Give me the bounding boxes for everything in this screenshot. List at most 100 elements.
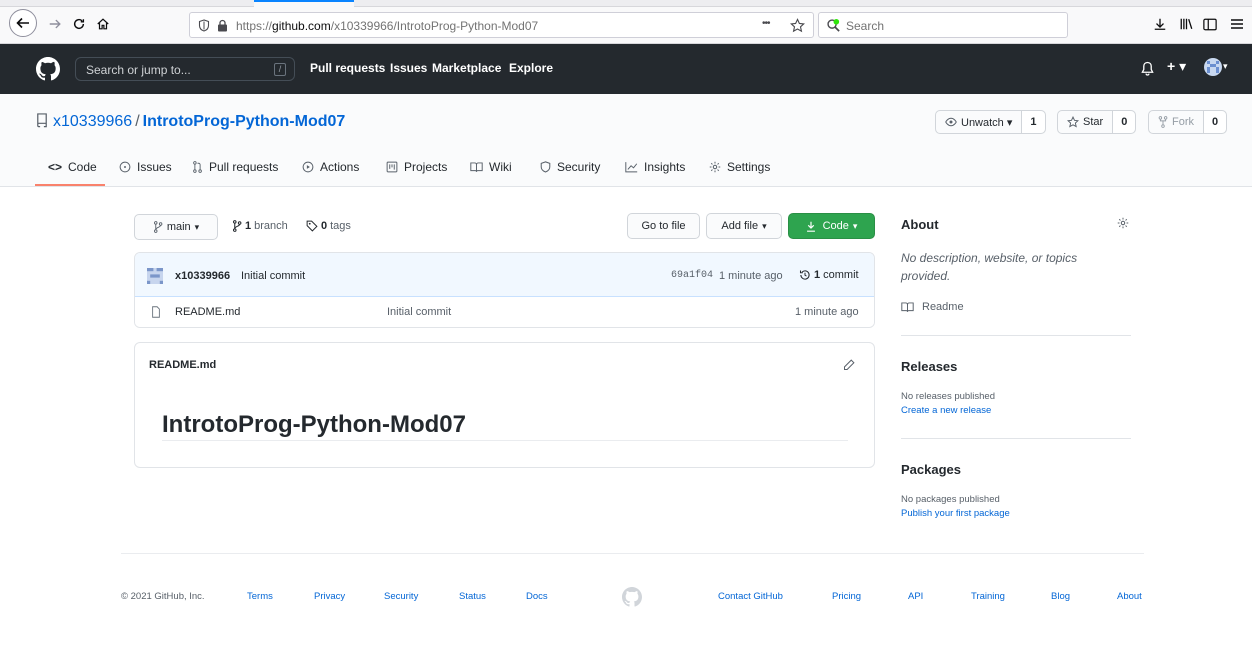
nav-issues[interactable]: Issues: [390, 61, 427, 75]
watch-count[interactable]: 1: [1021, 111, 1045, 133]
tag-icon: [306, 220, 318, 232]
tab-code-label: Code: [68, 160, 97, 174]
browser-search-bar[interactable]: Search: [818, 12, 1068, 38]
star-count[interactable]: 0: [1112, 111, 1136, 133]
library-button[interactable]: [1175, 13, 1197, 35]
tab-projects[interactable]: Projects: [386, 160, 447, 174]
home-button[interactable]: [92, 13, 114, 35]
footer-link-blog[interactable]: Blog: [1051, 591, 1070, 602]
footer-divider: [121, 553, 1144, 554]
footer-link-api[interactable]: API: [908, 591, 923, 602]
tracking-shield-icon[interactable]: [198, 19, 210, 32]
footer-link-docs[interactable]: Docs: [526, 591, 548, 602]
avatar-dropdown-caret[interactable]: ▾: [1223, 61, 1228, 72]
identicon-icon: [147, 268, 163, 284]
sidebar-toggle-button[interactable]: [1199, 13, 1221, 35]
browser-tab-strip: [0, 0, 1252, 7]
footer-link-security[interactable]: Security: [384, 591, 418, 602]
commits-link[interactable]: 1 commit: [799, 269, 859, 281]
tab-insights[interactable]: Insights: [625, 160, 685, 174]
code-button[interactable]: Code ▾: [788, 213, 875, 239]
slash-key-hint: /: [274, 63, 286, 76]
file-icon: [152, 306, 160, 318]
packages-heading[interactable]: Packages: [901, 462, 961, 477]
tab-projects-label: Projects: [404, 160, 448, 174]
code-icon: <>: [48, 160, 63, 174]
branch-icon: [232, 220, 242, 232]
commit-sha[interactable]: 69a1f04: [671, 270, 713, 281]
page-actions-icon[interactable]: •••: [762, 18, 770, 29]
tab-security[interactable]: Security: [540, 160, 600, 174]
tab-code[interactable]: <> Code: [48, 160, 97, 174]
reload-button[interactable]: [68, 13, 90, 35]
notification-bell-icon[interactable]: [1141, 61, 1154, 76]
user-avatar[interactable]: [1204, 58, 1222, 76]
github-logo-icon[interactable]: [36, 57, 60, 81]
footer-link-privacy[interactable]: Privacy: [314, 591, 345, 602]
file-name-link[interactable]: README.md: [175, 306, 240, 318]
readme-panel: README.md IntrotoProg-Python-Mod07: [134, 342, 875, 468]
tab-settings[interactable]: Settings: [709, 160, 770, 174]
star-icon: [1067, 116, 1079, 128]
nav-pull-requests[interactable]: Pull requests: [310, 61, 385, 75]
nav-explore[interactable]: Explore: [509, 61, 553, 75]
footer-link-contact[interactable]: Contact GitHub: [718, 591, 783, 602]
author-avatar[interactable]: [147, 268, 163, 284]
url-bar[interactable]: https://github.com/x10339966/IntrotoProg…: [189, 12, 814, 38]
header-search-input[interactable]: Search or jump to... /: [75, 57, 295, 81]
watch-button[interactable]: Unwatch ▾: [936, 111, 1021, 133]
tags-link[interactable]: 0 tags: [306, 220, 351, 232]
commit-author[interactable]: x10339966: [175, 270, 230, 282]
fork-button[interactable]: Fork: [1149, 111, 1203, 133]
fork-count[interactable]: 0: [1203, 111, 1227, 133]
repo-name-link[interactable]: IntrotoProg-Python-Mod07: [143, 113, 346, 130]
forward-arrow-icon: [49, 19, 61, 29]
nav-marketplace[interactable]: Marketplace: [432, 61, 501, 75]
browser-active-tab[interactable]: [254, 0, 354, 7]
tab-pull-requests[interactable]: Pull requests: [192, 160, 278, 174]
gear-icon[interactable]: [1117, 217, 1129, 229]
packages-empty-text: No packages published: [901, 494, 1000, 505]
back-button[interactable]: [9, 9, 37, 37]
tab-insights-label: Insights: [644, 160, 686, 174]
footer-link-about[interactable]: About: [1117, 591, 1142, 602]
back-arrow-icon: [16, 17, 29, 29]
table-row[interactable]: README.md Initial commit 1 minute ago: [135, 297, 874, 327]
book-icon: [470, 162, 483, 172]
create-new-button[interactable]: + ▾: [1167, 58, 1186, 75]
branch-select-button[interactable]: main ▾: [134, 214, 218, 240]
readme-link[interactable]: Readme: [901, 301, 964, 313]
footer-link-training[interactable]: Training: [971, 591, 1005, 602]
releases-heading[interactable]: Releases: [901, 359, 957, 374]
tab-settings-label: Settings: [727, 160, 771, 174]
add-file-button[interactable]: Add file ▾: [706, 213, 782, 239]
commit-message[interactable]: Initial commit: [241, 270, 305, 282]
file-commit-message[interactable]: Initial commit: [387, 306, 451, 318]
publish-package-link[interactable]: Publish your first package: [901, 508, 1010, 519]
tab-issues[interactable]: Issues: [119, 160, 172, 174]
tab-wiki[interactable]: Wiki: [470, 160, 512, 174]
go-to-file-button[interactable]: Go to file: [627, 213, 700, 239]
bookmark-star-icon[interactable]: [790, 18, 805, 33]
readme-heading: IntrotoProg-Python-Mod07: [162, 411, 466, 438]
padlock-icon[interactable]: [217, 19, 228, 32]
downloads-button[interactable]: [1149, 13, 1171, 35]
about-description: No description, website, or topics provi…: [901, 251, 1078, 283]
star-button-group: Star 0: [1057, 110, 1137, 134]
footer-link-pricing[interactable]: Pricing: [832, 591, 861, 602]
github-mark-icon[interactable]: [622, 587, 642, 607]
tab-actions[interactable]: Actions: [302, 160, 359, 174]
forward-button[interactable]: [44, 13, 66, 35]
browser-search-placeholder: Search: [846, 19, 885, 33]
about-heading: About: [901, 217, 939, 232]
footer-link-status[interactable]: Status: [459, 591, 486, 602]
footer-link-terms[interactable]: Terms: [247, 591, 273, 602]
menu-button[interactable]: [1226, 13, 1248, 35]
download-icon: [806, 221, 815, 232]
star-button[interactable]: Star: [1058, 111, 1112, 133]
repo-owner-link[interactable]: x10339966: [53, 113, 132, 130]
pencil-edit-icon[interactable]: [843, 359, 855, 371]
releases-empty-text: No releases published: [901, 391, 996, 402]
create-release-link[interactable]: Create a new release: [901, 405, 991, 416]
branches-link[interactable]: 1 branch: [232, 220, 288, 232]
